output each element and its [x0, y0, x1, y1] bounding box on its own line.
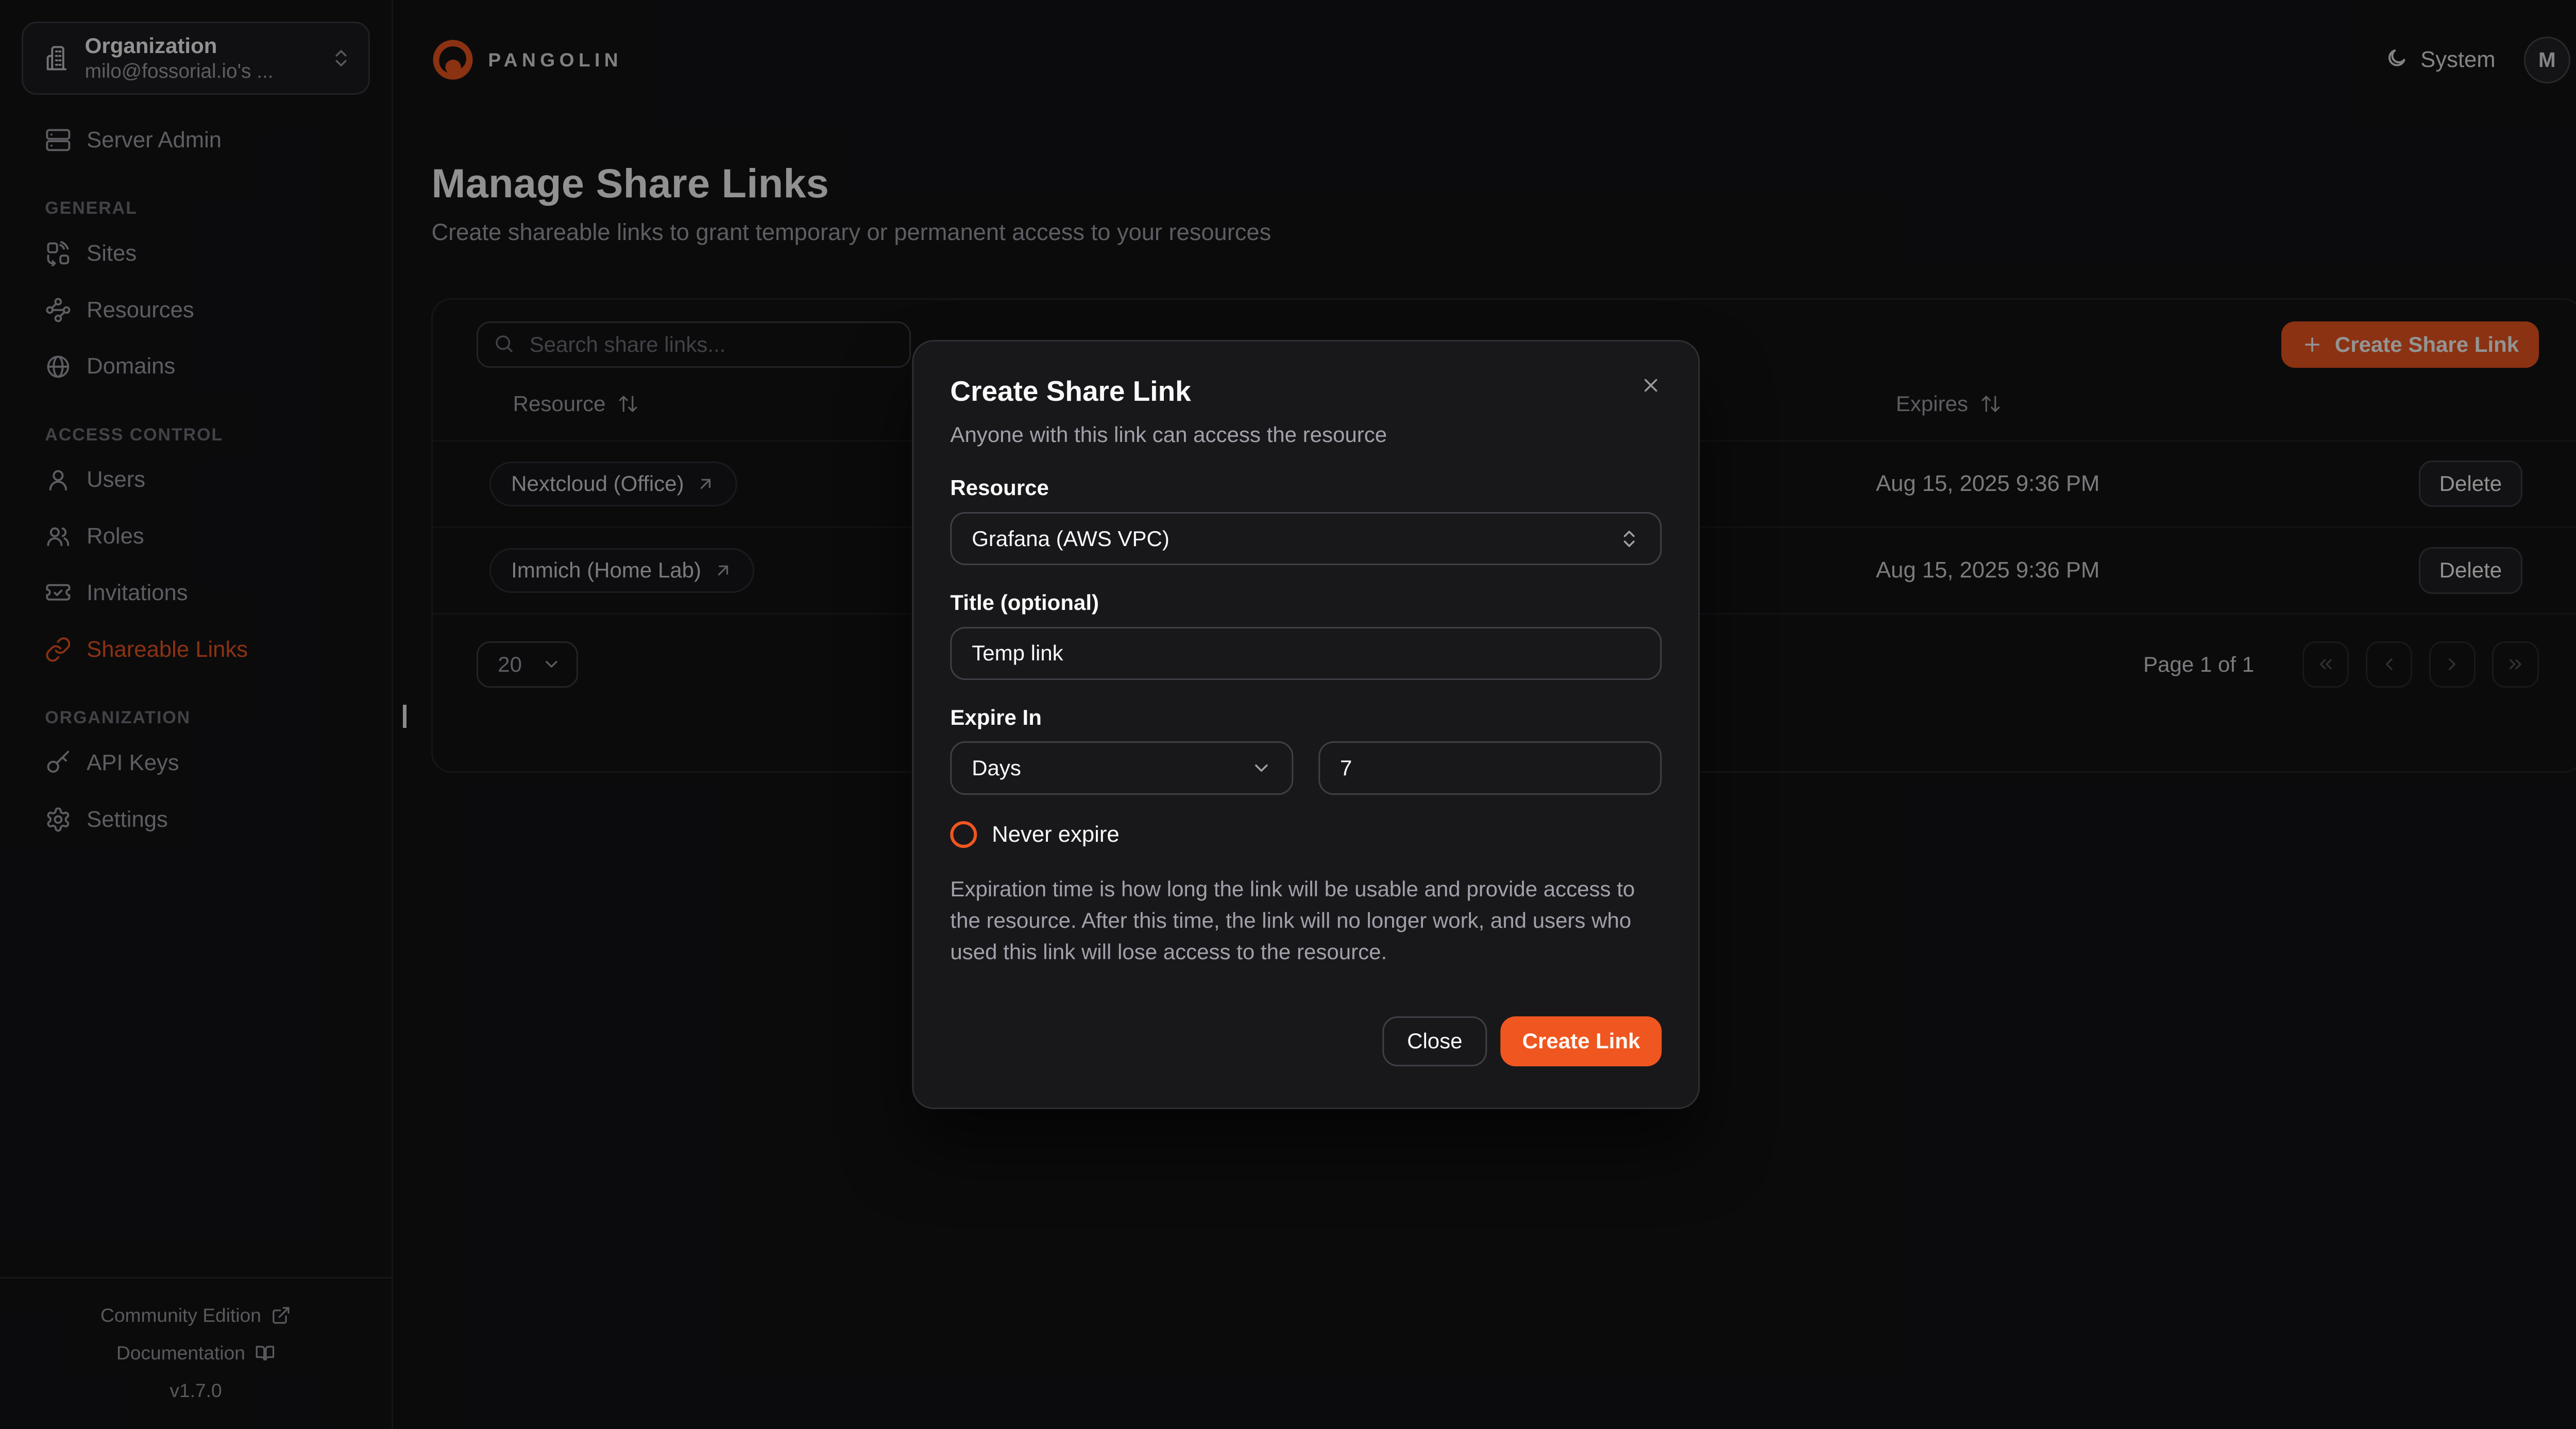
modal-title: Create Share Link [950, 375, 1662, 407]
expiration-description: Expiration time is how long the link wil… [950, 873, 1662, 968]
resource-select[interactable]: Grafana (AWS VPC) [950, 512, 1662, 565]
close-button[interactable]: Close [1382, 1016, 1487, 1066]
title-input[interactable] [950, 627, 1662, 680]
chevrons-up-down-icon [1619, 528, 1640, 550]
modal-subtitle: Anyone with this link can access the res… [950, 422, 1662, 447]
create-link-button[interactable]: Create Link [1501, 1016, 1662, 1066]
chevron-down-icon [1250, 757, 1272, 779]
expire-value-input[interactable] [1318, 741, 1662, 794]
expire-field-label: Expire In [950, 705, 1662, 730]
resource-field-label: Resource [950, 475, 1662, 500]
never-expire-label: Never expire [992, 822, 1119, 847]
resource-select-value: Grafana (AWS VPC) [972, 526, 1170, 551]
expire-unit-value: Days [972, 756, 1021, 780]
never-expire-row[interactable]: Never expire [950, 821, 1662, 848]
expire-row: Days [950, 730, 1662, 795]
close-icon[interactable] [1637, 371, 1665, 400]
modal-actions: Close Create Link [950, 1016, 1662, 1066]
expire-unit-select[interactable]: Days [950, 741, 1293, 794]
create-share-link-modal: Create Share Link Anyone with this link … [912, 340, 1700, 1110]
never-expire-checkbox[interactable] [950, 821, 977, 848]
app-root: Organization milo@fossorial.io's ... Ser… [0, 0, 2576, 1429]
title-field-label: Title (optional) [950, 590, 1662, 615]
